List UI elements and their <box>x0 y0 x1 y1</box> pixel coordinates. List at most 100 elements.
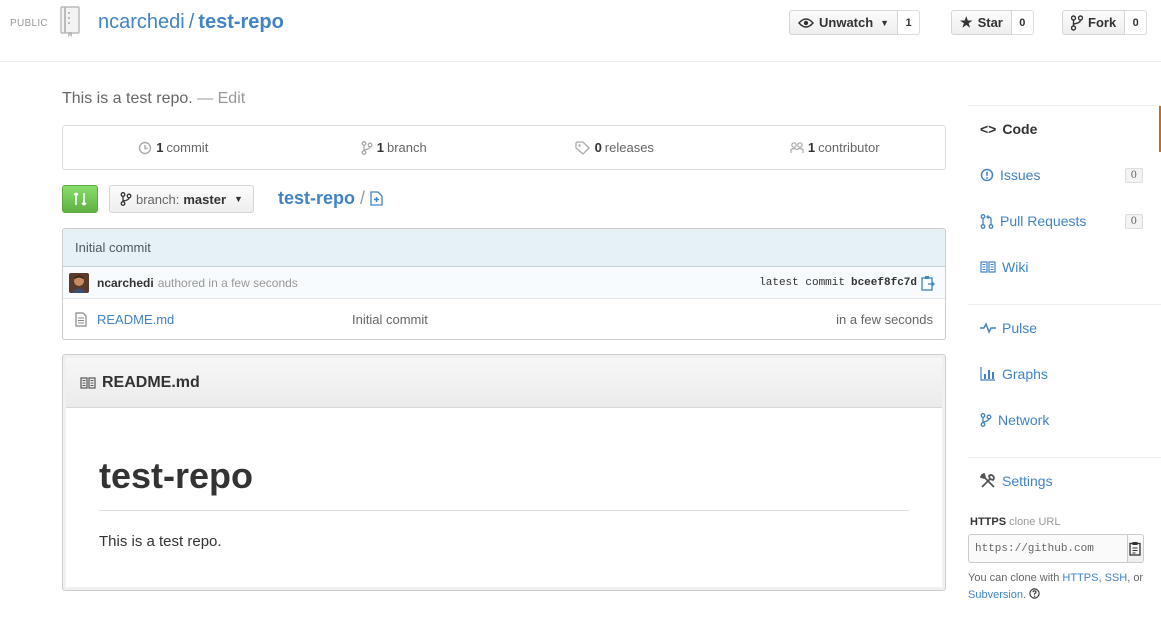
repo-header: PUBLIC ncarchedi / test-repo Unwatch ▼ 1 ★… <box>0 0 1161 62</box>
nav-group-main: <> Code Issues 0 Pull Requests 0 Wiki <box>968 105 1161 290</box>
nav-item-issues[interactable]: Issues 0 <box>968 152 1161 198</box>
unwatch-label: Unwatch <box>819 15 874 30</box>
star-label: Star <box>977 15 1003 30</box>
eye-icon <box>798 17 814 28</box>
new-file-icon[interactable] <box>370 191 383 206</box>
repo-title: ncarchedi / test-repo <box>98 11 284 34</box>
clone-help-prefix: You can clone with <box>968 572 1060 584</box>
chevron-down-icon: ▼ <box>880 17 890 28</box>
release-label: releases <box>604 140 654 155</box>
readme-heading: test-repo <box>99 455 254 496</box>
nav-item-label: Issues <box>1000 167 1041 183</box>
summary-releases[interactable]: 0 releases <box>504 126 725 169</box>
owner-link[interactable]: ncarchedi <box>98 11 185 33</box>
branch-prefix: branch: <box>136 191 180 207</box>
contributor-count: 1 <box>807 140 816 155</box>
readme-box: README.md test-repo This is a test repo. <box>62 354 946 591</box>
clone-help-period: . <box>1023 589 1027 601</box>
contributor-label: contributor <box>818 140 880 155</box>
chevron-down-icon: ▼ <box>234 194 243 204</box>
nav-item-label: Network <box>998 412 1050 428</box>
clone-help-text: You can clone with HTTPS, SSH, or Subver… <box>968 570 1156 604</box>
readme-body: This is a test repo. <box>99 533 222 550</box>
description-text: This is a test repo. <box>62 90 193 107</box>
branch-select-button[interactable]: branch: master ▼ <box>109 185 254 213</box>
commit-time: authored in a few seconds <box>157 275 298 290</box>
clippy-icon[interactable] <box>921 275 935 291</box>
numbers-summary: 1 commit 1 branch 0 releases 1 contribut… <box>62 125 946 170</box>
clone-url-box <box>968 534 1144 563</box>
readme-rule <box>99 510 909 511</box>
commit-author-link[interactable]: ncarchedi <box>97 276 154 290</box>
question-icon[interactable] <box>1029 588 1040 599</box>
watch-count[interactable]: 1 <box>898 10 921 35</box>
avatar-image <box>69 272 89 293</box>
commit-label: commit <box>166 140 209 155</box>
nav-group-stats: Pulse Graphs Network <box>968 304 1161 443</box>
fork-button[interactable]: Fork <box>1062 10 1126 35</box>
compare-button[interactable] <box>62 185 98 213</box>
title-separator: / <box>188 11 195 33</box>
branch-name: master <box>183 191 227 207</box>
star-button[interactable]: ★ Star <box>951 10 1012 35</box>
pulse-icon <box>980 322 996 334</box>
repo-name-link[interactable]: test-repo <box>198 11 284 33</box>
book-icon <box>80 376 96 389</box>
summary-contributors[interactable]: 1 contributor <box>725 126 946 169</box>
file-commit-message[interactable]: Initial commit <box>352 312 428 327</box>
nav-item-pulse[interactable]: Pulse <box>968 305 1161 351</box>
nav-item-label: Code <box>1002 121 1038 137</box>
nav-item-settings[interactable]: Settings <box>968 458 1161 504</box>
summary-commits[interactable]: 1 commit <box>63 126 284 169</box>
clone-url-input[interactable] <box>968 534 1128 563</box>
branch-icon <box>120 192 132 206</box>
fork-count[interactable]: 0 <box>1125 10 1148 35</box>
breadcrumb-root-link[interactable]: test-repo <box>278 188 355 209</box>
nav-item-label: Pull Requests <box>1000 213 1087 229</box>
organization-icon <box>790 141 804 153</box>
file-age: in a few seconds <box>836 311 933 327</box>
nav-item-label: Wiki <box>1002 259 1029 275</box>
tools-icon <box>980 473 995 488</box>
clone-protocol: HTTPS <box>970 516 1007 528</box>
fork-group: Fork 0 <box>1062 10 1148 35</box>
issues-count-badge: 0 <box>1124 168 1143 183</box>
commit-sha-link[interactable]: bceef8fc7d <box>851 277 917 289</box>
copy-clone-url-button[interactable] <box>1128 534 1144 563</box>
nav-item-graphs[interactable]: Graphs <box>968 351 1161 397</box>
clone-label-text: clone URL <box>1009 516 1061 528</box>
clone-subversion-link[interactable]: Subversion <box>968 589 1023 601</box>
nav-item-wiki[interactable]: Wiki <box>968 244 1161 290</box>
commit-title[interactable]: Initial commit <box>63 229 945 267</box>
nav-item-pull-requests[interactable]: Pull Requests 0 <box>968 198 1161 244</box>
latest-commit-label: latest commit <box>759 276 845 289</box>
watch-group: Unwatch ▼ 1 <box>789 10 921 35</box>
repo-description: This is a test repo. — Edit <box>62 90 245 108</box>
commit-meta: ncarchedi authored in a few seconds late… <box>63 267 945 299</box>
nav-item-code[interactable]: <> Code <box>968 106 1161 152</box>
file-name-link[interactable]: README.md <box>97 312 352 327</box>
clone-help-comma: , <box>1098 572 1102 584</box>
avatar[interactable] <box>69 272 89 293</box>
nav-group-admin: Settings <box>968 457 1161 504</box>
compare-icon <box>73 192 87 206</box>
clone-https-link[interactable]: HTTPS <box>1062 572 1098 584</box>
pull-requests-count-badge: 0 <box>1124 214 1143 229</box>
clippy-icon <box>1129 542 1141 556</box>
book-icon <box>980 261 996 273</box>
star-group: ★ Star 0 <box>951 10 1034 35</box>
star-count[interactable]: 0 <box>1011 10 1034 35</box>
file-wrap: Initial commit ncarchedi authored in a f… <box>62 228 946 340</box>
summary-branches[interactable]: 1 branch <box>284 126 505 169</box>
nav-item-label: Pulse <box>1002 320 1038 336</box>
network-icon <box>980 413 992 427</box>
issue-icon <box>980 168 994 182</box>
breadcrumb-separator: / <box>360 188 366 208</box>
readme-header: README.md <box>66 358 942 408</box>
clone-ssh-link[interactable]: SSH <box>1105 572 1128 584</box>
clone-url-label: HTTPS clone URL <box>968 516 1161 528</box>
graph-icon <box>980 367 995 381</box>
edit-description-link[interactable]: — Edit <box>197 90 245 107</box>
unwatch-button[interactable]: Unwatch ▼ <box>789 10 899 35</box>
nav-item-network[interactable]: Network <box>968 397 1161 443</box>
